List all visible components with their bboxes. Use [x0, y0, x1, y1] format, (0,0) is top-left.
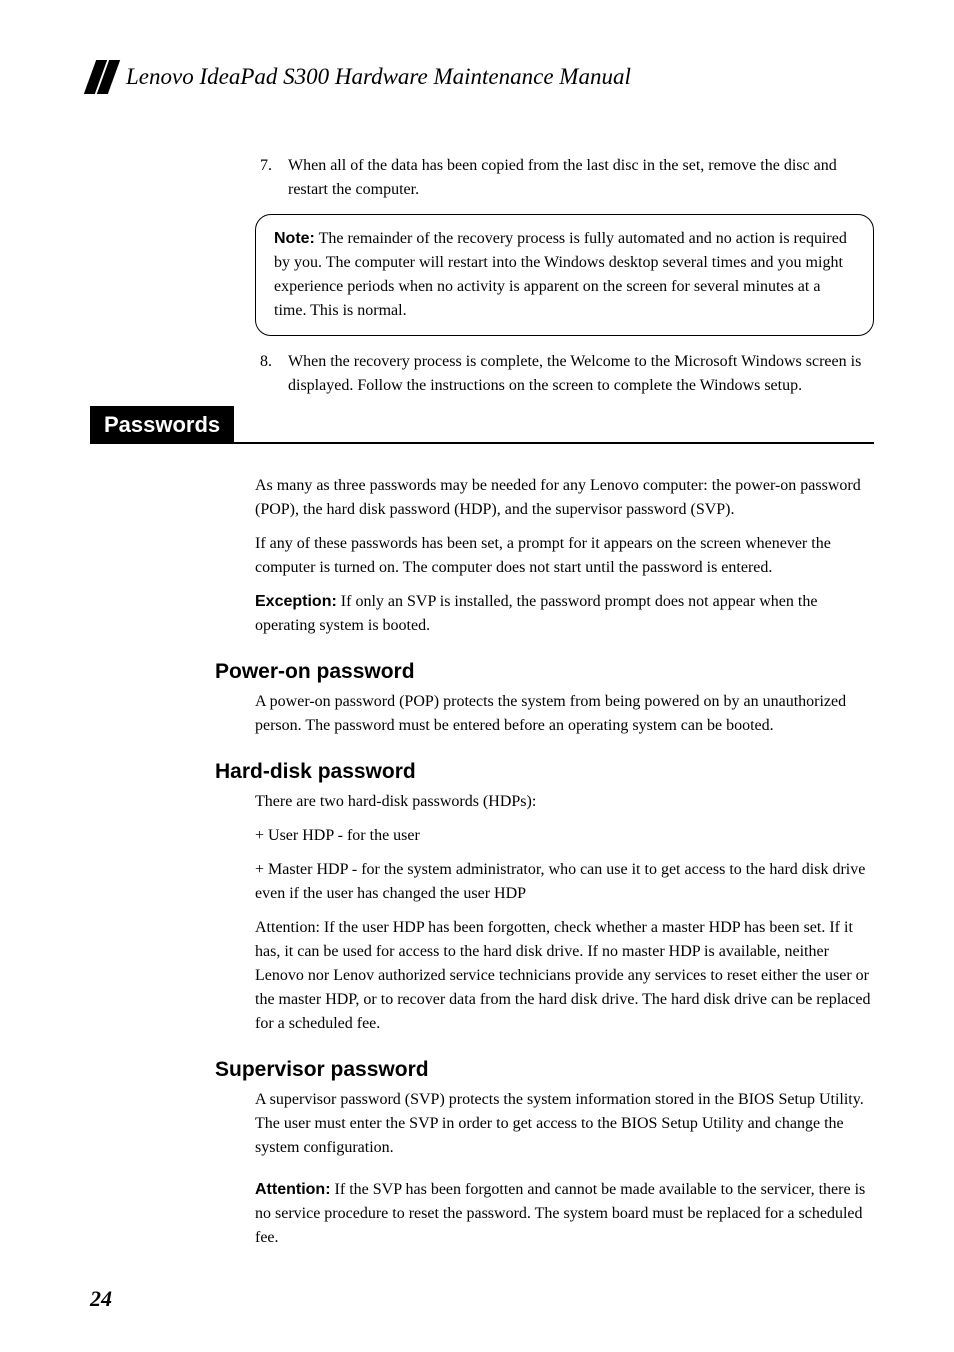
- subheading-power-on: Power-on password: [215, 660, 874, 684]
- attention-text: If the SVP has been forgotten and cannot…: [255, 1181, 865, 1246]
- section-band-passwords: Passwords: [90, 406, 874, 444]
- attention-paragraph: Attention: If the SVP has been forgotten…: [255, 1178, 874, 1250]
- page-header: Lenovo IdeaPad S300 Hardware Maintenance…: [90, 60, 874, 94]
- paragraph: Attention: If the user HDP has been forg…: [255, 916, 874, 1036]
- paragraph: As many as three passwords may be needed…: [255, 474, 874, 522]
- paragraph: If any of these passwords has been set, …: [255, 532, 874, 580]
- page-number: 24: [90, 1286, 112, 1312]
- list-number: 7.: [260, 154, 278, 202]
- paragraph: + Master HDP - for the system administra…: [255, 858, 874, 906]
- list-text: When all of the data has been copied fro…: [288, 154, 874, 202]
- paragraph: + User HDP - for the user: [255, 824, 874, 848]
- paragraph: There are two hard-disk passwords (HDPs)…: [255, 790, 874, 814]
- list-item-7: 7. When all of the data has been copied …: [255, 154, 874, 202]
- subheading-hard-disk: Hard-disk password: [215, 760, 874, 784]
- attention-label: Attention:: [255, 1181, 331, 1198]
- section-label: Passwords: [90, 406, 234, 444]
- note-box: Note: The remainder of the recovery proc…: [255, 214, 874, 336]
- list-text: When the recovery process is complete, t…: [288, 350, 874, 398]
- exception-text: If only an SVP is installed, the passwor…: [255, 593, 817, 634]
- exception-label: Exception:: [255, 593, 337, 610]
- main-content: 7. When all of the data has been copied …: [90, 154, 874, 1250]
- document-title: Lenovo IdeaPad S300 Hardware Maintenance…: [126, 64, 631, 90]
- logo-icon: [84, 60, 120, 94]
- note-label: Note:: [274, 230, 315, 247]
- list-number: 8.: [260, 350, 278, 398]
- paragraph: A power-on password (POP) protects the s…: [255, 690, 874, 738]
- section-line: [234, 442, 874, 444]
- exception-paragraph: Exception: If only an SVP is installed, …: [255, 590, 874, 638]
- subheading-supervisor: Supervisor password: [215, 1058, 874, 1082]
- paragraph: A supervisor password (SVP) protects the…: [255, 1088, 874, 1160]
- note-text: The remainder of the recovery process is…: [274, 230, 847, 319]
- list-item-8: 8. When the recovery process is complete…: [255, 350, 874, 398]
